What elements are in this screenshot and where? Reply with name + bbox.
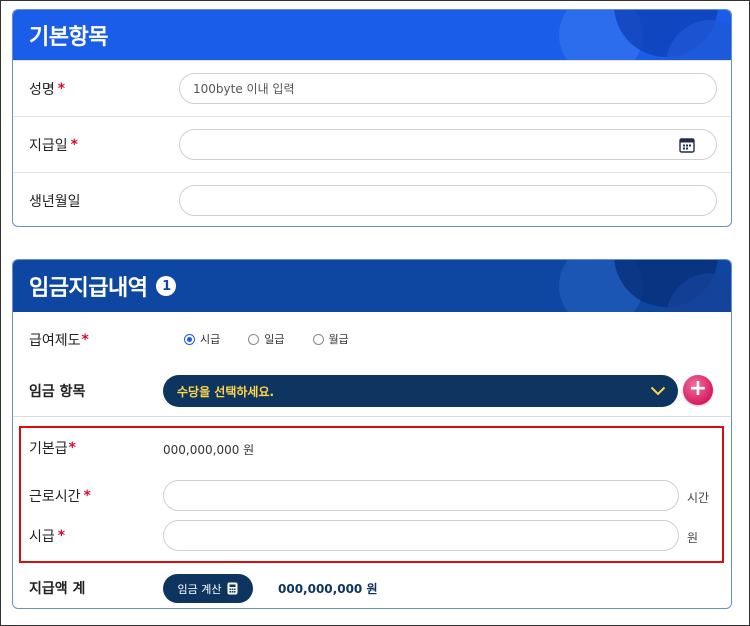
work-hours-input[interactable] bbox=[163, 480, 679, 511]
required-mark: * bbox=[68, 440, 76, 456]
radio-daily[interactable]: 일급 bbox=[248, 331, 285, 347]
calendar-icon[interactable] bbox=[679, 137, 695, 153]
header-decoration bbox=[559, 260, 731, 312]
chevron-down-icon bbox=[650, 386, 666, 396]
allowance-select[interactable]: 수당을 선택하세요. bbox=[163, 375, 678, 407]
wage-items-label: 임금 항목 bbox=[29, 384, 86, 400]
name-label: 성명 bbox=[29, 81, 55, 98]
divider bbox=[13, 416, 731, 417]
birth-input[interactable] bbox=[179, 185, 717, 216]
required-mark: * bbox=[70, 136, 78, 153]
radio-icon[interactable] bbox=[184, 333, 195, 345]
wage-header: 임금지급내역 1 bbox=[13, 260, 731, 312]
wage-title: 임금지급내역 bbox=[29, 276, 148, 301]
section-number-badge: 1 bbox=[156, 276, 177, 296]
birth-row: 생년월일 bbox=[13, 172, 731, 226]
hourly-wage-label: 시급 bbox=[29, 529, 55, 545]
work-hours-label: 근로시간 bbox=[29, 489, 81, 505]
radio-hourly[interactable]: 시급 bbox=[184, 331, 220, 347]
won-unit: 원 bbox=[687, 531, 699, 545]
header-decoration bbox=[559, 10, 731, 60]
required-mark: * bbox=[57, 80, 66, 97]
radio-icon[interactable] bbox=[248, 333, 260, 345]
wage-system-radio-group: 시급 일급 월급 bbox=[184, 331, 377, 347]
paydate-input[interactable] bbox=[179, 129, 717, 160]
radio-icon[interactable] bbox=[312, 333, 324, 345]
allowance-select-text: 수당을 선택하세요. bbox=[177, 384, 275, 399]
birth-label: 생년월일 bbox=[29, 193, 81, 210]
required-mark: * bbox=[83, 488, 91, 504]
paydate-row: 지급일 * bbox=[13, 116, 731, 172]
name-input[interactable] bbox=[179, 73, 717, 104]
required-mark: * bbox=[57, 528, 66, 544]
basic-info-card: 기본항목 성명 * 지급일 * 생년월일 bbox=[12, 9, 732, 227]
base-pay-value: 000,000,000 원 bbox=[163, 443, 255, 457]
add-allowance-button[interactable]: + bbox=[683, 375, 713, 405]
calculator-icon bbox=[227, 582, 238, 595]
paydate-label: 지급일 bbox=[29, 137, 68, 154]
basic-info-header: 기본항목 bbox=[13, 10, 731, 60]
total-value: 000,000,000 원 bbox=[278, 582, 378, 596]
plus-icon: + bbox=[688, 376, 708, 401]
calculate-wage-button[interactable]: 임금 계산 bbox=[163, 574, 253, 603]
hourly-wage-input[interactable] bbox=[163, 520, 679, 551]
base-pay-label: 기본급 bbox=[29, 441, 68, 457]
total-label: 지급액 계 bbox=[29, 581, 86, 597]
wage-system-label: 급여제도 bbox=[29, 333, 81, 349]
required-mark: * bbox=[81, 332, 89, 348]
basic-info-title: 기본항목 bbox=[29, 25, 108, 50]
wage-card: 임금지급내역 1 급여제도 * 시급 일급 월급 임금 항목 수당을 선택하세요… bbox=[12, 259, 732, 609]
radio-monthly[interactable]: 월급 bbox=[312, 331, 349, 347]
name-row: 성명 * bbox=[13, 60, 731, 116]
hours-unit: 시간 bbox=[687, 491, 710, 505]
